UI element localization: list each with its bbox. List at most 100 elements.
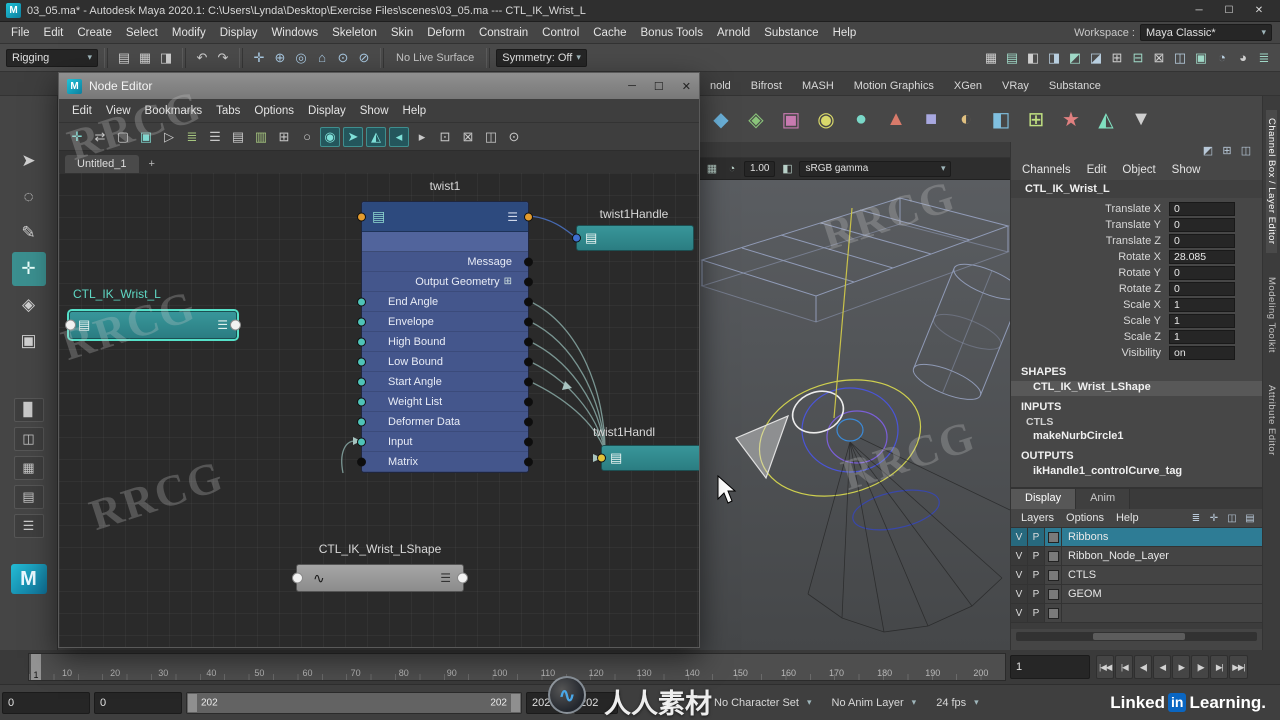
node-socket[interactable] [524,212,533,221]
node-attr-row[interactable]: Start Angle [357,372,533,392]
node-editor-tool-icon[interactable]: ▣ [136,127,156,147]
tool-button[interactable]: ✎ [12,216,46,250]
channel-box-menu[interactable]: Channels [1015,164,1078,176]
timeline-track[interactable]: 1 10 20 30 40 50 60 70 80 90 100 110 120 130 140 150 16… [28,653,1006,681]
menu-item[interactable]: Create [70,27,119,39]
node-editor-tool-icon[interactable]: ◭ [366,126,386,147]
node-editor-tool-icon[interactable]: ▷ [159,127,179,147]
layout-button[interactable]: ☰ [13,514,44,538]
input-socket[interactable] [357,317,366,326]
shelf-tab[interactable]: VRay [992,77,1039,95]
add-tab-button[interactable]: + [142,155,162,173]
node-editor-tool-icon[interactable]: ○ [297,127,317,147]
layout-button[interactable]: ▉ [13,398,44,422]
channel-box-menu[interactable]: Object [1115,164,1162,176]
layer-visible-toggle[interactable]: V [1011,547,1028,565]
menu-item[interactable]: Help [396,105,434,117]
maximize-button[interactable]: ☐ [1214,5,1244,16]
current-frame-marker[interactable]: 1 [31,654,41,680]
node-attr-row[interactable]: Message [362,252,533,272]
close-button[interactable]: ✕ [1244,5,1274,16]
shelf-tab[interactable]: nold [700,77,741,95]
menu-set-select[interactable]: Rigging ▾ [6,48,98,67]
input-socket[interactable] [357,397,366,406]
window-titlebar[interactable]: M 03_05.ma* - Autodesk Maya 2020.1: C:\U… [0,0,1280,22]
input-socket[interactable] [357,337,366,346]
menu-item[interactable]: Help [826,27,864,39]
anim-pref-icon[interactable]: ◭ [658,693,678,713]
status-tool-icon[interactable]: ◩ [1065,48,1085,68]
node-menu-icon[interactable]: ☰ [440,571,451,585]
output-socket[interactable] [524,277,533,286]
status-tool-icon[interactable]: ◕ [1233,48,1253,68]
channel-value-field[interactable]: 1 [1169,298,1235,312]
menu-item[interactable]: Edit [37,27,71,39]
menu-item[interactable]: Control [535,27,586,39]
node-editor-tool-icon[interactable]: ▢ [113,127,133,147]
snap-icon[interactable]: ✛ [249,48,269,68]
manipulator-icon[interactable]: ⊞ [1219,144,1235,157]
undo-redo-icon[interactable]: ↶ [192,48,212,68]
exposure-field[interactable]: 1.00 [744,160,776,177]
playback-button[interactable]: ▶| [1210,655,1229,679]
layer-color-swatch[interactable] [1045,547,1062,565]
node-attr-row[interactable]: Input [357,432,533,452]
channel-label[interactable]: Visibility [1011,347,1169,359]
status-tool-icon[interactable]: ⊞ [1107,48,1127,68]
input-socket[interactable] [597,453,606,463]
menu-item[interactable]: Edit [65,105,99,117]
layout-button[interactable]: ▦ [13,456,44,480]
maximize-button[interactable]: ☐ [654,80,664,93]
tab-anim[interactable]: Anim [1076,489,1131,509]
input-socket[interactable] [65,319,76,331]
anim-pref-icon[interactable]: ◔ [682,693,702,713]
status-tool-icon[interactable]: ◫ [1170,48,1190,68]
shelf-tool-icon[interactable]: ◆ [706,104,736,134]
menu-item[interactable]: View [99,105,138,117]
menu-item[interactable]: File [4,27,37,39]
layer-color-swatch[interactable] [1045,604,1062,622]
layer-action-icon[interactable]: ✛ [1206,512,1222,525]
anim-end-field[interactable]: 202 [574,691,618,714]
node-socket[interactable] [357,212,366,221]
shelf-tool-icon[interactable]: ● [846,104,876,134]
manipulator-icon[interactable]: ◩ [1200,144,1216,157]
status-tool-icon[interactable]: ▤ [1002,48,1022,68]
playback-button[interactable]: ▶ [1172,655,1191,679]
menu-item[interactable]: Options [247,105,301,117]
live-surface-label[interactable]: No Live Surface [390,52,480,64]
horizontal-scrollbar[interactable] [1016,632,1257,641]
shape-item[interactable]: CTL_IK_Wrist_LShape [1011,381,1262,396]
node-editor-tool-icon[interactable]: ◉ [320,126,340,147]
node-editor-tool-icon[interactable]: ▥ [251,127,271,147]
layer-action-icon[interactable]: ◫ [1224,512,1240,525]
output-socket[interactable] [230,319,241,331]
playback-button[interactable]: |◀◀ [1096,655,1115,679]
shelf-tool-icon[interactable]: ◭ [1091,104,1121,134]
output-socket[interactable] [524,297,533,306]
gamma-select[interactable]: sRGB gamma ▾ [799,160,952,177]
layer-visible-toggle[interactable]: V [1011,528,1028,546]
node-editor-tool-icon[interactable]: ✛ [67,127,87,147]
output-socket[interactable] [524,357,533,366]
layer-row[interactable]: V P Ribbon_Node_Layer [1011,547,1262,566]
current-frame-field[interactable]: 1 [1010,655,1090,679]
viewport-grid-icon[interactable]: ▦ [704,161,720,177]
node-editor-tool-icon[interactable]: ⊙ [504,127,524,147]
node-menu-icon[interactable]: ☰ [217,318,228,332]
tool-button[interactable]: ➤ [12,144,46,178]
node-editor-titlebar[interactable]: M Node Editor ─ ☐ ✕ [59,73,699,99]
menu-item[interactable]: Help [1110,512,1145,524]
sidebar-tab-modeling-toolkit[interactable]: Modeling Toolkit [1266,269,1277,361]
layer-playback-toggle[interactable]: P [1028,547,1045,565]
node-editor-tool-icon[interactable]: ▸ [412,127,432,147]
shelf-tab[interactable]: Bifrost [741,77,792,95]
node-editor-tool-icon[interactable]: ≣ [182,127,202,147]
menu-item[interactable]: Bookmarks [138,105,210,117]
channel-box-menu[interactable]: Edit [1080,164,1114,176]
status-tool-icon[interactable]: ≣ [1254,48,1274,68]
shelf-tab[interactable]: Motion Graphics [844,77,944,95]
layout-button[interactable]: ▤ [13,485,44,509]
layer-playback-toggle[interactable]: P [1028,585,1045,603]
selected-object-name[interactable]: CTL_IK_Wrist_L [1011,180,1262,198]
